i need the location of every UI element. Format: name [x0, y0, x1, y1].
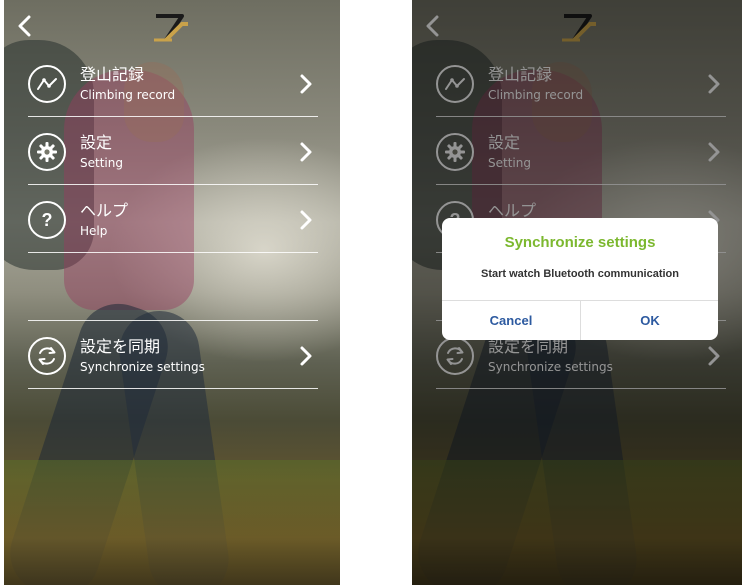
back-button[interactable] — [10, 12, 38, 40]
divider — [28, 116, 318, 117]
sync-icon — [28, 337, 66, 375]
divider — [28, 320, 318, 321]
menu-item-label-en: Climbing record — [80, 88, 176, 102]
menu-screen-with-dialog: 登山記録 Climbing record 設定 Setting ? ヘルプ He… — [412, 0, 742, 585]
cancel-button[interactable]: Cancel — [442, 300, 580, 340]
header — [4, 0, 340, 52]
dialog-message: Start watch Bluetooth communication — [480, 268, 679, 280]
menu-item-help[interactable]: ? ヘルプ Help — [28, 186, 316, 254]
gear-icon — [28, 133, 66, 171]
activity-chart-icon — [28, 65, 66, 103]
menu-item-label-ja: 設定 — [80, 133, 113, 152]
chevron-right-icon — [300, 346, 312, 366]
sync-confirm-dialog: Synchronize settings Start watch Bluetoo… — [442, 218, 718, 340]
chevron-right-icon — [300, 142, 312, 162]
chevron-right-icon — [300, 74, 312, 94]
menu-item-label-ja: 設定を同期 — [80, 337, 161, 356]
background-grass — [4, 460, 340, 585]
dialog-title: Synchronize settings — [504, 234, 656, 251]
menu-screen: 登山記録 Climbing record 設定 Setting ? ヘルプ He… — [4, 0, 340, 585]
menu-item-synchronize-settings[interactable]: 設定を同期 Synchronize settings — [28, 322, 316, 390]
menu-item-setting[interactable]: 設定 Setting — [28, 118, 316, 186]
menu-item-label-ja: 登山記録 — [80, 65, 145, 84]
ok-button[interactable]: OK — [581, 300, 718, 340]
menu-item-label-ja: ヘルプ — [80, 201, 129, 220]
chevron-right-icon — [300, 210, 312, 230]
svg-text:?: ? — [42, 210, 53, 230]
menu-item-label-en: Synchronize settings — [80, 360, 205, 374]
menu-item-climbing-record[interactable]: 登山記録 Climbing record — [28, 50, 316, 118]
question-icon: ? — [28, 201, 66, 239]
divider — [28, 184, 318, 185]
divider — [28, 388, 318, 389]
menu-item-label-en: Setting — [80, 156, 123, 170]
chevron-left-icon — [18, 15, 31, 37]
brand-logo — [154, 14, 188, 42]
menu-item-label-en: Help — [80, 224, 108, 238]
divider — [28, 252, 318, 253]
